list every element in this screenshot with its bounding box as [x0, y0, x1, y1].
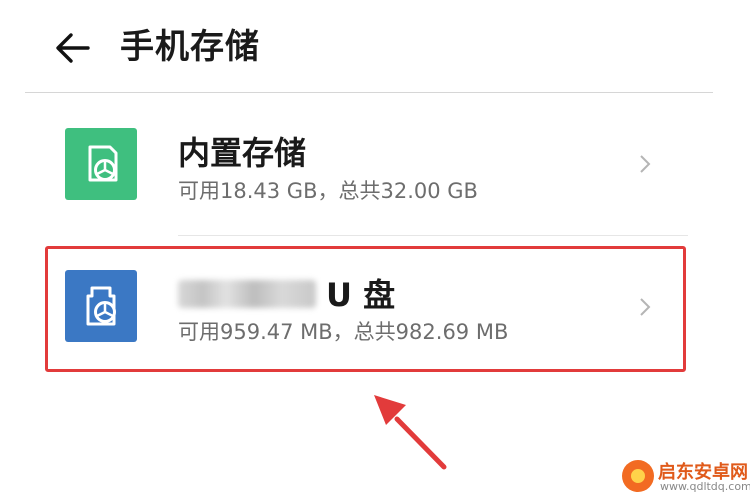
app-header: 手机存储 — [0, 0, 750, 92]
internal-storage-icon — [65, 128, 137, 200]
storage-usage: 可用18.43 GB，总共32.00 GB — [178, 179, 478, 203]
page-title: 手机存储 — [120, 27, 260, 67]
pointer-arrow-icon — [374, 395, 447, 470]
highlight-box — [45, 246, 686, 372]
storage-item-internal[interactable]: 内置存储 可用18.43 GB，总共32.00 GB — [48, 120, 684, 244]
storage-title: 内置存储 — [178, 134, 307, 172]
watermark: 启东安卓网 www.qdltdq.com — [622, 456, 750, 500]
watermark-logo-icon — [622, 460, 654, 492]
row-divider — [178, 235, 688, 236]
arrow-left-icon — [56, 33, 90, 63]
chevron-right-icon — [640, 155, 651, 173]
watermark-url: www.qdltdq.com — [660, 480, 750, 493]
header-divider — [25, 92, 713, 93]
back-button[interactable] — [52, 28, 92, 68]
